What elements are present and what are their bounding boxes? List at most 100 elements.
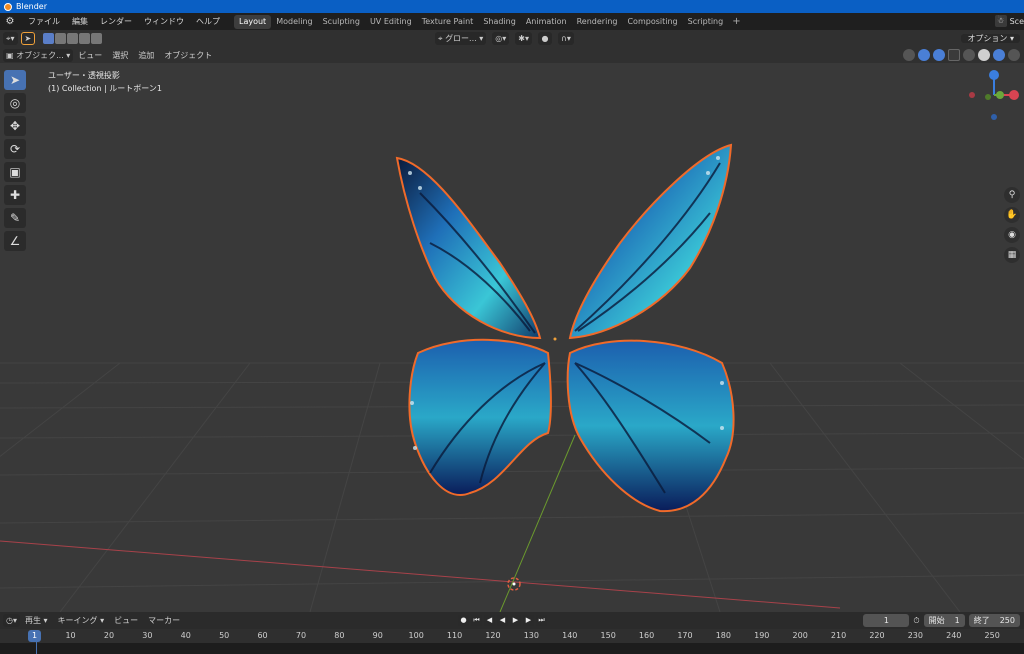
menu-view[interactable]: ビュー: [73, 50, 107, 61]
jump-start-icon[interactable]: ⏮: [471, 615, 482, 626]
3d-viewport[interactable]: ユーザー・透視投影 (1) Collection | ルートボーン1 ⚲ ✋ ◉…: [0, 63, 1024, 612]
viewport-display-icons: [903, 49, 1020, 61]
navigation-gizmo[interactable]: [964, 65, 1024, 125]
tab-uv-editing[interactable]: UV Editing: [365, 15, 417, 29]
record-icon[interactable]: ●: [458, 615, 469, 626]
scale-tool-icon[interactable]: ▣: [4, 162, 26, 182]
stopwatch-icon[interactable]: ⏱: [913, 616, 919, 626]
mode-icon: ▣: [6, 50, 14, 60]
transform-orientation-value: グロー...: [445, 34, 477, 43]
frame-tick-label: 80: [334, 631, 345, 640]
playhead[interactable]: 1: [28, 630, 42, 642]
blender-menu-icon[interactable]: ⚙: [4, 16, 16, 28]
select-extend-icon[interactable]: [55, 33, 67, 44]
tab-shading[interactable]: Shading: [478, 15, 521, 29]
x-axis-line: [0, 540, 841, 609]
transform-tool-icon[interactable]: ✚: [4, 185, 26, 205]
xray-toggle-icon[interactable]: [948, 49, 960, 61]
cursor-tool-icon[interactable]: ◎: [4, 93, 26, 113]
timeline-editor-type-button[interactable]: ◷▾: [3, 614, 20, 627]
scene-selector[interactable]: ☃ Sce: [994, 15, 1024, 27]
add-workspace-button[interactable]: +: [728, 16, 744, 27]
menu-render[interactable]: レンダー: [94, 13, 138, 30]
select-new-icon[interactable]: [43, 33, 55, 44]
jump-end-icon[interactable]: ⏭: [536, 615, 547, 626]
end-frame-field[interactable]: 終了 250: [968, 614, 1020, 627]
snap-toggle[interactable]: ✱▾: [515, 32, 532, 45]
frame-tick-label: 70: [295, 631, 307, 640]
viewport-scene: [0, 143, 1024, 612]
falloff-dropdown[interactable]: ∩▾: [557, 32, 574, 45]
select-box-tool-icon[interactable]: ➤: [4, 70, 26, 90]
tab-animation[interactable]: Animation: [521, 15, 572, 29]
menu-select[interactable]: 選択: [107, 50, 133, 61]
current-frame-field[interactable]: 1: [863, 614, 910, 627]
move-tool-icon[interactable]: ✥: [4, 116, 26, 136]
solid-shading-icon[interactable]: [978, 49, 990, 61]
playhead-line: [36, 642, 37, 654]
rotate-tool-icon[interactable]: ⟳: [4, 139, 26, 159]
keying-label: キーイング: [57, 616, 98, 625]
camera-icon[interactable]: ◉: [1004, 227, 1020, 243]
frame-tick-label: 100: [408, 631, 424, 640]
scene-icon: ☃: [994, 15, 1007, 27]
menu-edit[interactable]: 編集: [66, 13, 94, 30]
menu-file[interactable]: ファイル: [22, 13, 66, 30]
start-label: 開始: [928, 616, 945, 625]
frame-tick-label: 130: [523, 631, 539, 640]
options-area: オプション ▾: [961, 32, 1020, 45]
menu-help[interactable]: ヘルプ: [190, 13, 226, 30]
frame-tick-label: 90: [372, 631, 383, 640]
pivot-point-dropdown[interactable]: ◎▾: [492, 32, 510, 45]
play-reverse-icon[interactable]: ◀: [497, 615, 508, 626]
editor-type-button[interactable]: ⌖▾: [3, 32, 18, 45]
tab-modeling[interactable]: Modeling: [271, 15, 317, 29]
butterfly-wings[interactable]: [395, 143, 735, 513]
tab-sculpting[interactable]: Sculpting: [318, 15, 365, 29]
material-shading-icon[interactable]: [993, 49, 1005, 61]
menu-timeline-view[interactable]: ビュー: [109, 615, 143, 626]
menu-window[interactable]: ウィンドウ: [138, 13, 190, 30]
measure-tool-icon[interactable]: ∠: [4, 231, 26, 251]
tab-layout[interactable]: Layout: [234, 14, 272, 29]
timeline-ruler[interactable]: 10 20 30 40 50 60 70 80 90 100 110 120 130 140 150 160 1…: [0, 629, 1024, 654]
frame-tick-label: 40: [180, 631, 191, 640]
frame-tick-label: 140: [562, 631, 578, 640]
perspective-grid-icon[interactable]: ▦: [1004, 247, 1020, 263]
start-frame-field[interactable]: 開始 1: [923, 614, 965, 627]
proportional-edit-toggle[interactable]: ●: [537, 32, 552, 45]
menu-keying[interactable]: キーイング ▾: [53, 615, 110, 626]
object-mode-dropdown[interactable]: ▣ オブジェク... ▾: [3, 48, 74, 62]
frame-tick-label: 250: [984, 631, 1000, 640]
select-subtract-icon[interactable]: [67, 33, 79, 44]
wireframe-shading-icon[interactable]: [963, 49, 975, 61]
next-keyframe-icon[interactable]: ▶: [523, 615, 534, 626]
visibility-icon[interactable]: [903, 49, 915, 61]
tab-rendering[interactable]: Rendering: [572, 15, 623, 29]
menu-marker[interactable]: マーカー: [143, 615, 185, 626]
transform-orientation-dropdown[interactable]: ⌖ グロー... ▾: [435, 32, 487, 45]
tab-scripting[interactable]: Scripting: [683, 15, 729, 29]
pan-hand-icon[interactable]: ✋: [1004, 207, 1020, 223]
frame-tick-label: 180: [715, 631, 731, 640]
select-tool-button[interactable]: ➤: [20, 32, 36, 45]
options-dropdown[interactable]: オプション ▾: [961, 34, 1020, 43]
frame-tick-label: 120: [485, 631, 501, 640]
tab-compositing[interactable]: Compositing: [622, 15, 682, 29]
zoom-icon[interactable]: ⚲: [1004, 187, 1020, 203]
menu-object[interactable]: オブジェクト: [159, 50, 217, 61]
prev-keyframe-icon[interactable]: ◀: [484, 615, 495, 626]
select-intersect-icon[interactable]: [91, 33, 103, 44]
overlay-toggle-icon[interactable]: [933, 49, 945, 61]
frame-tick-label: 160: [638, 631, 655, 640]
annotate-tool-icon[interactable]: ✎: [4, 208, 26, 228]
play-icon[interactable]: ▶: [510, 615, 521, 626]
frame-tick-label: 210: [830, 631, 847, 640]
tab-texture-paint[interactable]: Texture Paint: [417, 15, 479, 29]
menu-add[interactable]: 追加: [133, 50, 159, 61]
select-invert-icon[interactable]: [79, 33, 91, 44]
menu-playback[interactable]: 再生 ▾: [20, 615, 53, 626]
rendered-shading-icon[interactable]: [1008, 49, 1020, 61]
gizmo-toggle-icon[interactable]: [918, 49, 930, 61]
selection-mode-group: [43, 33, 103, 44]
